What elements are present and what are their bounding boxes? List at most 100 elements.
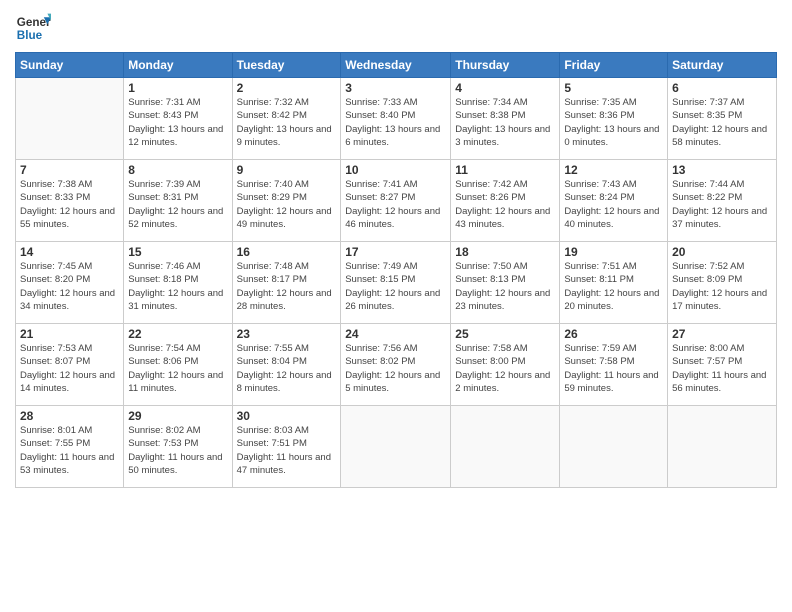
calendar-cell: 20Sunrise: 7:52 AMSunset: 8:09 PMDayligh… — [668, 242, 777, 324]
day-info: Sunrise: 7:59 AMSunset: 7:58 PMDaylight:… — [564, 342, 663, 395]
day-info: Sunrise: 7:46 AMSunset: 8:18 PMDaylight:… — [128, 260, 227, 313]
day-header-thursday: Thursday — [451, 53, 560, 78]
day-info: Sunrise: 7:58 AMSunset: 8:00 PMDaylight:… — [455, 342, 555, 395]
day-info: Sunrise: 7:55 AMSunset: 8:04 PMDaylight:… — [237, 342, 337, 395]
day-info: Sunrise: 7:54 AMSunset: 8:06 PMDaylight:… — [128, 342, 227, 395]
day-number: 10 — [345, 163, 446, 177]
day-number: 24 — [345, 327, 446, 341]
day-number: 26 — [564, 327, 663, 341]
day-info: Sunrise: 7:49 AMSunset: 8:15 PMDaylight:… — [345, 260, 446, 313]
day-number: 22 — [128, 327, 227, 341]
calendar-header-row: SundayMondayTuesdayWednesdayThursdayFrid… — [16, 53, 777, 78]
day-info: Sunrise: 7:51 AMSunset: 8:11 PMDaylight:… — [564, 260, 663, 313]
day-number: 12 — [564, 163, 663, 177]
day-info: Sunrise: 7:50 AMSunset: 8:13 PMDaylight:… — [455, 260, 555, 313]
day-info: Sunrise: 7:56 AMSunset: 8:02 PMDaylight:… — [345, 342, 446, 395]
day-info: Sunrise: 7:44 AMSunset: 8:22 PMDaylight:… — [672, 178, 772, 231]
day-number: 1 — [128, 81, 227, 95]
calendar-cell — [16, 78, 124, 160]
calendar-cell: 1Sunrise: 7:31 AMSunset: 8:43 PMDaylight… — [124, 78, 232, 160]
calendar-cell: 10Sunrise: 7:41 AMSunset: 8:27 PMDayligh… — [341, 160, 451, 242]
calendar-cell: 13Sunrise: 7:44 AMSunset: 8:22 PMDayligh… — [668, 160, 777, 242]
day-header-saturday: Saturday — [668, 53, 777, 78]
day-number: 15 — [128, 245, 227, 259]
day-number: 13 — [672, 163, 772, 177]
day-number: 17 — [345, 245, 446, 259]
day-number: 21 — [20, 327, 119, 341]
day-info: Sunrise: 7:48 AMSunset: 8:17 PMDaylight:… — [237, 260, 337, 313]
calendar-cell: 7Sunrise: 7:38 AMSunset: 8:33 PMDaylight… — [16, 160, 124, 242]
calendar-cell: 5Sunrise: 7:35 AMSunset: 8:36 PMDaylight… — [560, 78, 668, 160]
day-header-monday: Monday — [124, 53, 232, 78]
day-number: 18 — [455, 245, 555, 259]
calendar-cell — [451, 406, 560, 488]
day-info: Sunrise: 7:35 AMSunset: 8:36 PMDaylight:… — [564, 96, 663, 149]
calendar-cell: 22Sunrise: 7:54 AMSunset: 8:06 PMDayligh… — [124, 324, 232, 406]
calendar-cell — [560, 406, 668, 488]
calendar-cell: 17Sunrise: 7:49 AMSunset: 8:15 PMDayligh… — [341, 242, 451, 324]
day-info: Sunrise: 7:37 AMSunset: 8:35 PMDaylight:… — [672, 96, 772, 149]
calendar-cell: 4Sunrise: 7:34 AMSunset: 8:38 PMDaylight… — [451, 78, 560, 160]
page-header: General Blue — [15, 10, 777, 46]
calendar-cell: 26Sunrise: 7:59 AMSunset: 7:58 PMDayligh… — [560, 324, 668, 406]
calendar-cell: 9Sunrise: 7:40 AMSunset: 8:29 PMDaylight… — [232, 160, 341, 242]
calendar-cell — [668, 406, 777, 488]
calendar-cell: 23Sunrise: 7:55 AMSunset: 8:04 PMDayligh… — [232, 324, 341, 406]
day-info: Sunrise: 8:01 AMSunset: 7:55 PMDaylight:… — [20, 424, 119, 477]
day-info: Sunrise: 7:39 AMSunset: 8:31 PMDaylight:… — [128, 178, 227, 231]
calendar-cell: 29Sunrise: 8:02 AMSunset: 7:53 PMDayligh… — [124, 406, 232, 488]
day-header-friday: Friday — [560, 53, 668, 78]
calendar-cell: 21Sunrise: 7:53 AMSunset: 8:07 PMDayligh… — [16, 324, 124, 406]
day-number: 6 — [672, 81, 772, 95]
day-number: 9 — [237, 163, 337, 177]
day-header-sunday: Sunday — [16, 53, 124, 78]
day-info: Sunrise: 7:34 AMSunset: 8:38 PMDaylight:… — [455, 96, 555, 149]
calendar-cell: 30Sunrise: 8:03 AMSunset: 7:51 PMDayligh… — [232, 406, 341, 488]
calendar-week-5: 28Sunrise: 8:01 AMSunset: 7:55 PMDayligh… — [16, 406, 777, 488]
day-info: Sunrise: 7:41 AMSunset: 8:27 PMDaylight:… — [345, 178, 446, 231]
day-info: Sunrise: 7:33 AMSunset: 8:40 PMDaylight:… — [345, 96, 446, 149]
day-info: Sunrise: 7:38 AMSunset: 8:33 PMDaylight:… — [20, 178, 119, 231]
calendar-week-2: 7Sunrise: 7:38 AMSunset: 8:33 PMDaylight… — [16, 160, 777, 242]
day-info: Sunrise: 7:43 AMSunset: 8:24 PMDaylight:… — [564, 178, 663, 231]
day-number: 30 — [237, 409, 337, 423]
calendar-cell: 12Sunrise: 7:43 AMSunset: 8:24 PMDayligh… — [560, 160, 668, 242]
day-number: 23 — [237, 327, 337, 341]
day-info: Sunrise: 7:42 AMSunset: 8:26 PMDaylight:… — [455, 178, 555, 231]
day-number: 11 — [455, 163, 555, 177]
day-info: Sunrise: 7:32 AMSunset: 8:42 PMDaylight:… — [237, 96, 337, 149]
day-number: 2 — [237, 81, 337, 95]
calendar-cell: 19Sunrise: 7:51 AMSunset: 8:11 PMDayligh… — [560, 242, 668, 324]
day-header-tuesday: Tuesday — [232, 53, 341, 78]
day-number: 25 — [455, 327, 555, 341]
logo-icon: General Blue — [15, 10, 51, 46]
calendar-cell: 25Sunrise: 7:58 AMSunset: 8:00 PMDayligh… — [451, 324, 560, 406]
day-info: Sunrise: 7:45 AMSunset: 8:20 PMDaylight:… — [20, 260, 119, 313]
calendar-week-4: 21Sunrise: 7:53 AMSunset: 8:07 PMDayligh… — [16, 324, 777, 406]
calendar-cell: 14Sunrise: 7:45 AMSunset: 8:20 PMDayligh… — [16, 242, 124, 324]
day-info: Sunrise: 7:53 AMSunset: 8:07 PMDaylight:… — [20, 342, 119, 395]
logo: General Blue — [15, 10, 51, 46]
day-header-wednesday: Wednesday — [341, 53, 451, 78]
page-container: General Blue SundayMondayTuesdayWednesda… — [0, 0, 792, 498]
day-info: Sunrise: 8:00 AMSunset: 7:57 PMDaylight:… — [672, 342, 772, 395]
day-number: 19 — [564, 245, 663, 259]
svg-text:Blue: Blue — [17, 29, 43, 42]
day-number: 4 — [455, 81, 555, 95]
calendar-cell: 2Sunrise: 7:32 AMSunset: 8:42 PMDaylight… — [232, 78, 341, 160]
calendar-cell: 11Sunrise: 7:42 AMSunset: 8:26 PMDayligh… — [451, 160, 560, 242]
calendar-cell: 15Sunrise: 7:46 AMSunset: 8:18 PMDayligh… — [124, 242, 232, 324]
day-number: 14 — [20, 245, 119, 259]
calendar-cell: 6Sunrise: 7:37 AMSunset: 8:35 PMDaylight… — [668, 78, 777, 160]
day-info: Sunrise: 7:52 AMSunset: 8:09 PMDaylight:… — [672, 260, 772, 313]
day-number: 28 — [20, 409, 119, 423]
calendar-cell — [341, 406, 451, 488]
calendar-table: SundayMondayTuesdayWednesdayThursdayFrid… — [15, 52, 777, 488]
day-number: 5 — [564, 81, 663, 95]
calendar-week-3: 14Sunrise: 7:45 AMSunset: 8:20 PMDayligh… — [16, 242, 777, 324]
calendar-cell: 8Sunrise: 7:39 AMSunset: 8:31 PMDaylight… — [124, 160, 232, 242]
calendar-cell: 28Sunrise: 8:01 AMSunset: 7:55 PMDayligh… — [16, 406, 124, 488]
day-number: 3 — [345, 81, 446, 95]
day-info: Sunrise: 7:31 AMSunset: 8:43 PMDaylight:… — [128, 96, 227, 149]
day-number: 8 — [128, 163, 227, 177]
